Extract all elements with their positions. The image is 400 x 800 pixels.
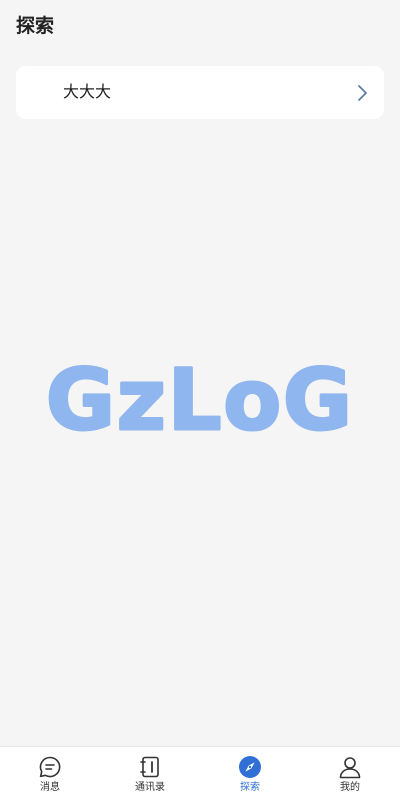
tab-me[interactable]: 我的	[300, 747, 400, 800]
watermark-logo: GzLoG	[44, 350, 354, 451]
tab-label: 通讯录	[135, 782, 165, 793]
user-icon	[339, 757, 361, 779]
tab-label: 我的	[340, 782, 360, 793]
tab-messages[interactable]: 消息	[0, 747, 100, 800]
tab-label: 消息	[40, 782, 60, 793]
tab-contacts[interactable]: 通讯录	[100, 747, 200, 800]
entry-item-label: 大大大	[63, 82, 112, 101]
tab-explore[interactable]: 探索	[200, 747, 300, 800]
compass-icon	[239, 756, 261, 778]
entry-item[interactable]: 大大大	[16, 66, 384, 119]
chevron-right-icon	[358, 85, 367, 101]
tab-label: 探索	[240, 782, 260, 793]
bottom-tab-bar: 消息 通讯录 探索 我的	[0, 746, 400, 800]
message-icon	[39, 756, 61, 778]
watermark-text: GzLoG	[46, 351, 354, 449]
page-title: 探索	[16, 15, 55, 37]
contacts-icon	[140, 756, 159, 778]
